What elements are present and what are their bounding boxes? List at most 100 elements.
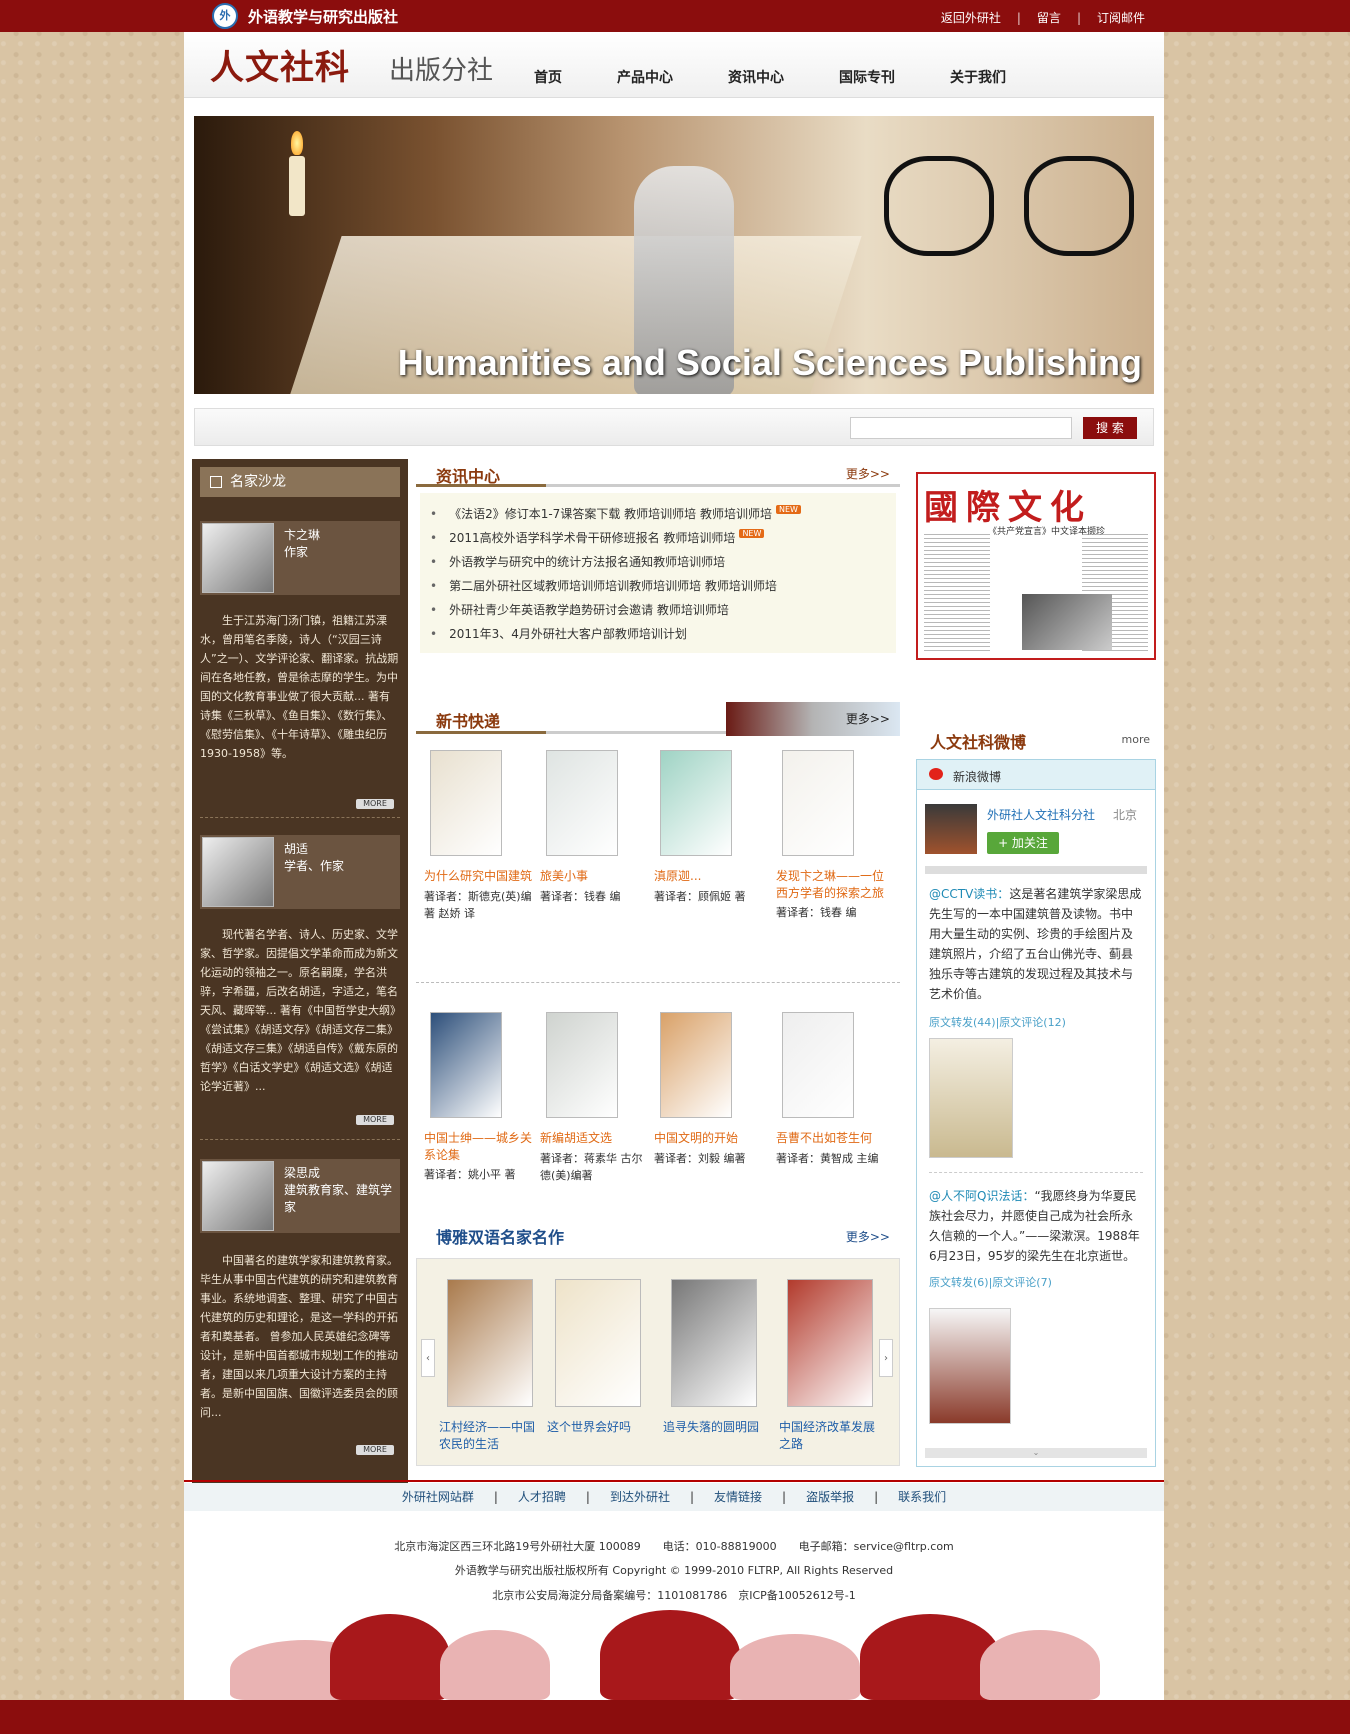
news-item[interactable]: 外研社青少年英语教学趋势研讨会邀请 教师培训师培 <box>430 601 729 618</box>
book-title[interactable]: 中国士绅——城乡关系论集 <box>424 1130 534 1164</box>
book-title[interactable]: 为什么研究中国建筑 <box>424 868 534 885</box>
book-title[interactable]: 中国经济改革发展之路 <box>779 1419 883 1453</box>
weibo-mention[interactable]: @人不阿Q识法话： <box>929 1189 1034 1203</box>
site-title[interactable]: 人文社科 <box>210 40 350 89</box>
new-books-header: 新书快递 更多>> <box>416 700 900 736</box>
weibo-post-text: 这是著名建筑学家梁思成先生写的一本中国建筑普及读物。书中用大量生动的实例、珍贵的… <box>929 887 1142 1001</box>
book-cover[interactable] <box>660 750 732 856</box>
news-item-text[interactable]: 第二届外研社区域教师培训师培训教师培训师培 教师培训师培 <box>449 579 777 593</box>
follow-button[interactable]: + 加关注 <box>987 832 1059 854</box>
publisher-logo-icon[interactable]: 外 <box>212 3 238 29</box>
search-button[interactable]: 搜 索 <box>1083 417 1137 439</box>
scholar-photo[interactable] <box>202 1161 274 1231</box>
nav-international[interactable]: 国际专刊 <box>839 67 895 87</box>
news-item-text[interactable]: 2011年3、4月外研社大客户部教师培训计划 <box>449 627 687 641</box>
search-input[interactable] <box>850 417 1072 439</box>
footer-link-directions[interactable]: 到达外研社 <box>610 1490 670 1504</box>
book-cover[interactable] <box>546 1012 618 1118</box>
back-to-fltrp-link[interactable]: 返回外研社 <box>941 11 1001 25</box>
book-cover[interactable] <box>787 1279 873 1407</box>
weibo-account-name[interactable]: 外研社人文社科分社 <box>987 806 1095 823</box>
more-button[interactable]: MORE <box>356 1445 394 1455</box>
more-button[interactable]: MORE <box>356 799 394 809</box>
book-title[interactable]: 这个世界会好吗 <box>547 1419 651 1436</box>
news-item[interactable]: 外语教学与研究中的统计方法报名通知教师培训师培 <box>430 553 725 570</box>
sidebar-title: 名家沙龙 <box>200 467 400 497</box>
carousel-next-button[interactable]: › <box>879 1339 893 1377</box>
separator: | <box>493 1490 498 1504</box>
weibo-title: 人文社科微博 <box>930 733 1027 752</box>
nav-home[interactable]: 首页 <box>534 67 562 87</box>
scholar-header[interactable]: 梁思成 建筑教育家、建筑学家 <box>200 1159 400 1233</box>
scholar-photo[interactable] <box>202 523 274 593</box>
nav-news[interactable]: 资讯中心 <box>728 67 784 87</box>
news-more-link[interactable]: 更多>> <box>846 465 890 482</box>
book-title[interactable]: 吾曹不出如苍生何 <box>776 1130 886 1147</box>
book-title[interactable]: 滇原迦... <box>654 868 764 885</box>
weibo-location: 北京 <box>1113 808 1138 822</box>
weibo-platform-name: 新浪微博 <box>953 770 1002 784</box>
book-cover[interactable] <box>782 1012 854 1118</box>
news-item[interactable]: 2011高校外语学科学术骨干研修班报名 教师培训师培 NEW <box>430 529 765 546</box>
book-cover[interactable] <box>671 1279 757 1407</box>
news-item[interactable]: 2011年3、4月外研社大客户部教师培训计划 <box>430 625 687 642</box>
news-item-text[interactable]: 《法语2》修订本1-7课答案下载 教师培训师培 教师培训师培 <box>449 507 772 521</box>
book-cover[interactable] <box>660 1012 732 1118</box>
scholar-header[interactable]: 卞之琳 作家 <box>200 521 400 595</box>
book-cover[interactable] <box>546 750 618 856</box>
divider <box>200 1139 400 1140</box>
footer-link-friends[interactable]: 友情链接 <box>714 1490 762 1504</box>
carousel-prev-button[interactable]: ‹ <box>421 1339 435 1377</box>
weibo-post-image[interactable] <box>929 1038 1013 1158</box>
separator: | <box>1016 11 1021 25</box>
nav-products[interactable]: 产品中心 <box>617 67 673 87</box>
divider <box>200 817 400 818</box>
book-title[interactable]: 江村经济——中国农民的生活 <box>439 1419 543 1453</box>
book-title[interactable]: 中国文明的开始 <box>654 1130 764 1147</box>
message-link[interactable]: 留言 <box>1037 11 1061 25</box>
book-title[interactable]: 旅美小事 <box>540 868 650 885</box>
tree-icon <box>440 1630 550 1700</box>
book-author: 著译者：黄智成 主编 <box>776 1152 879 1165</box>
new-books-more-link[interactable]: 更多>> <box>846 710 890 727</box>
footer-link-sites[interactable]: 外研社网站群 <box>402 1490 474 1504</box>
weibo-post-links[interactable]: 原文转发(6)|原文评论(7) <box>929 1274 1052 1290</box>
magazine-photo <box>1022 594 1112 650</box>
book-title[interactable]: 新编胡适文选 <box>540 1130 650 1147</box>
publisher-name[interactable]: 外语教学与研究出版社 <box>248 6 398 27</box>
nav-about[interactable]: 关于我们 <box>950 67 1006 87</box>
book-cover[interactable] <box>430 1012 502 1118</box>
book-title[interactable]: 发现卞之琳——一位西方学者的探索之旅 <box>776 868 886 902</box>
footer-link-jobs[interactable]: 人才招聘 <box>518 1490 566 1504</box>
bilingual-more-link[interactable]: 更多>> <box>846 1228 890 1245</box>
scholar-card: 胡适 学者、作家 现代著名学者、诗人、历史家、文学家、哲学家。因提倡文学革命而成为… <box>200 835 400 1125</box>
weibo-scroll-down[interactable]: ⌄ <box>925 1448 1147 1458</box>
book-cover[interactable] <box>555 1279 641 1407</box>
book-cover[interactable] <box>782 750 854 856</box>
scholar-header[interactable]: 胡适 学者、作家 <box>200 835 400 909</box>
scholar-photo[interactable] <box>202 837 274 907</box>
footer-link-piracy[interactable]: 盗版举报 <box>806 1490 854 1504</box>
book-cover[interactable] <box>430 750 502 856</box>
salon-icon <box>210 476 222 488</box>
footer-link-contact[interactable]: 联系我们 <box>898 1490 946 1504</box>
weibo-post-links[interactable]: 原文转发(44)|原文评论(12) <box>929 1014 1066 1030</box>
news-item[interactable]: 《法语2》修订本1-7课答案下载 教师培训师培 教师培训师培NEW <box>430 505 801 522</box>
separator: | <box>689 1490 695 1504</box>
book-title[interactable]: 追寻失落的圆明园 <box>663 1419 767 1436</box>
weibo-post-image[interactable] <box>929 1308 1011 1424</box>
separator: | <box>874 1490 879 1504</box>
weibo-avatar[interactable] <box>925 804 977 854</box>
news-item-text[interactable]: 外语教学与研究中的统计方法报名通知教师培训师培 <box>449 555 725 569</box>
news-item-text[interactable]: 外研社青少年英语教学趋势研讨会邀请 教师培训师培 <box>449 603 729 617</box>
weibo-mention[interactable]: @CCTV读书： <box>929 887 1009 901</box>
subscribe-email-link[interactable]: 订阅邮件 <box>1097 11 1145 25</box>
weibo-more-link[interactable]: more <box>1122 733 1151 746</box>
more-button[interactable]: MORE <box>356 1115 394 1125</box>
news-item-text[interactable]: 2011高校外语学科学术骨干研修班报名 教师培训师培 <box>449 531 735 545</box>
footer-address: 北京市海淀区西三环北路19号外研社大厦 100089 电话：010-888190… <box>394 1540 954 1553</box>
book-cover[interactable] <box>447 1279 533 1407</box>
news-item[interactable]: 第二届外研社区域教师培训师培训教师培训师培 教师培训师培 <box>430 577 777 594</box>
international-culture-magazine[interactable]: 國際文化 《共产党宣言》中文译本撷珍 <box>916 472 1156 660</box>
banner-text: Humanities and Social Sciences Publishin… <box>397 342 1142 383</box>
